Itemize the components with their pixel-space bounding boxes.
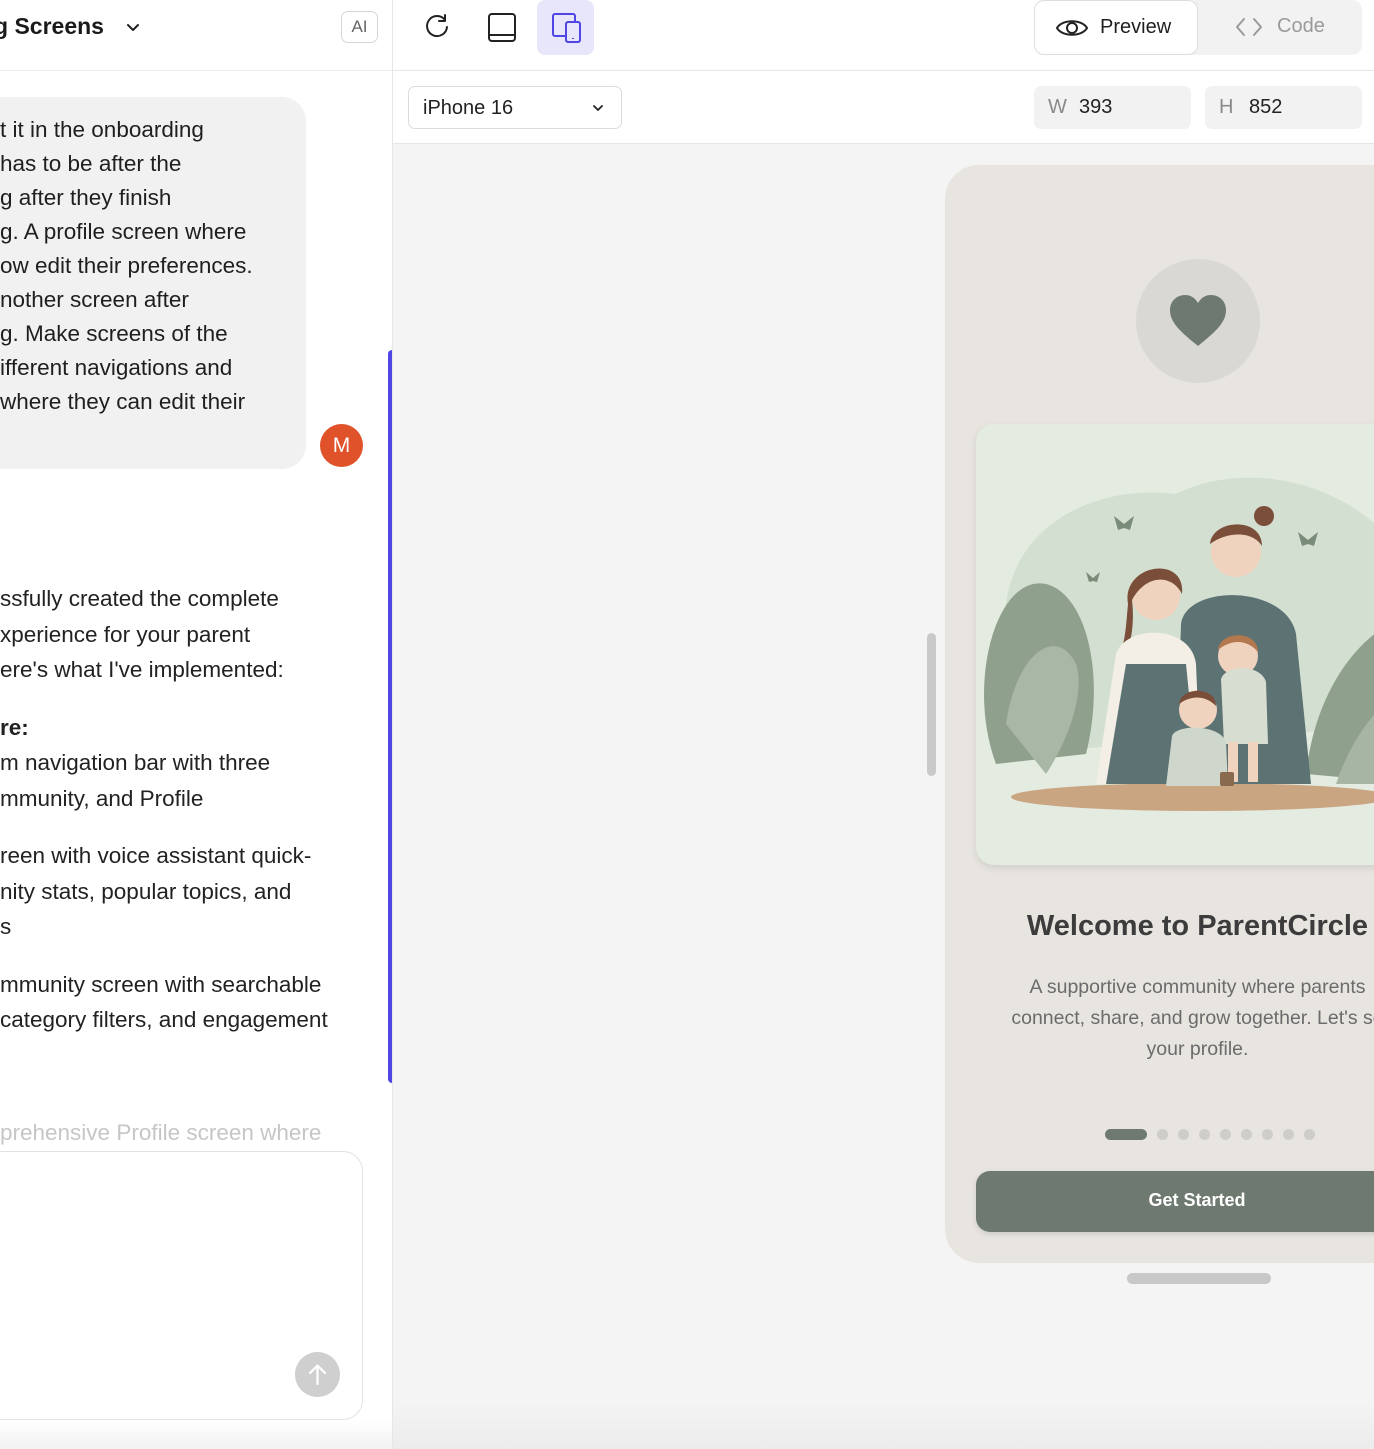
refresh-icon [426, 14, 448, 38]
avatar[interactable]: M [320, 424, 363, 467]
code-icon [1236, 18, 1262, 36]
get-started-button[interactable]: Get Started [976, 1171, 1374, 1232]
page-dot[interactable] [1199, 1129, 1210, 1140]
message-line: ssfully created the complete [0, 586, 279, 611]
chat-panel: g Screens AI t it in the onboarding has … [0, 0, 393, 1449]
message-line: ow edit their preferences. [0, 253, 253, 278]
description-line: your profile. [1146, 1038, 1249, 1060]
message-line: has to be after the [0, 151, 182, 176]
device-select[interactable]: iPhone 16 [408, 86, 622, 129]
tablet-icon [488, 13, 516, 42]
height-field[interactable]: H 852 [1205, 86, 1362, 129]
page-dot-active[interactable] [1105, 1129, 1147, 1140]
bullet-line: mmunity screen with searchable [0, 971, 322, 997]
message-line: ifferent navigations and [0, 355, 233, 380]
resize-handle[interactable] [927, 633, 936, 776]
get-started-label: Get Started [1148, 1190, 1246, 1210]
faded-message-line: prehensive Profile screen where [0, 1120, 322, 1145]
bullet-line: s [0, 914, 12, 939]
phone-frame: Welcome to ParentCircle A supportive com… [945, 165, 1374, 1263]
chevron-down-icon [593, 105, 603, 111]
preview-toolbar: Preview Code [393, 0, 1374, 71]
family-illustration-art [984, 477, 1374, 811]
page-dot[interactable] [1262, 1129, 1273, 1140]
section-heading: re: [0, 714, 29, 740]
page-dot[interactable] [1241, 1129, 1252, 1140]
project-title[interactable]: g Screens [0, 13, 104, 40]
assistant-message: ssfully created the complete xperience f… [0, 581, 380, 1038]
page-dot[interactable] [1157, 1129, 1168, 1140]
devices-icon [552, 13, 581, 43]
message-line: nother screen after [0, 287, 189, 312]
preview-panel: Preview Code iPhone 16 W 393 H 852 Welco… [393, 0, 1374, 1449]
heart-icon [1170, 295, 1226, 346]
height-field-label: H [1219, 96, 1234, 118]
family-illustration [976, 424, 1374, 865]
width-field-label: W [1048, 96, 1067, 118]
page-dot[interactable] [1178, 1129, 1189, 1140]
page-dot[interactable] [1220, 1129, 1231, 1140]
height-field-value: 852 [1249, 96, 1283, 118]
device-bar: iPhone 16 W 393 H 852 [393, 71, 1374, 144]
message-line: g. A profile screen where [0, 219, 247, 244]
eye-icon [1055, 20, 1089, 36]
message-line: g. Make screens of the [0, 321, 228, 346]
message-line: ere's what I've implemented: [0, 657, 284, 682]
app-logo [1136, 259, 1260, 383]
device-select-value: iPhone 16 [423, 97, 514, 119]
responsive-view-button[interactable] [537, 0, 594, 55]
tab-preview[interactable]: Preview [1034, 0, 1198, 55]
bullet-line: m navigation bar with three [0, 750, 271, 775]
refresh-button[interactable] [408, 0, 465, 55]
tab-code[interactable]: Code [1277, 15, 1325, 38]
chevron-down-icon[interactable] [124, 16, 142, 38]
message-line: t it in the onboarding [0, 117, 204, 142]
user-message: t it in the onboarding has to be after t… [0, 97, 306, 469]
message-line: xperience for your parent [0, 621, 251, 647]
chat-header: g Screens AI [0, 0, 392, 71]
onboarding-description: A supportive community where parents con… [945, 972, 1374, 1065]
width-field[interactable]: W 393 [1034, 86, 1191, 129]
description-line: A supportive community where parents [1029, 976, 1366, 998]
width-field-value: 393 [1079, 96, 1113, 118]
page-dot[interactable] [1304, 1129, 1315, 1140]
bullet-line: category filters, and engagement [0, 1007, 328, 1032]
message-line: g after they finish [0, 185, 172, 210]
send-button[interactable] [295, 1352, 340, 1397]
tablet-view-button[interactable] [473, 0, 530, 55]
ai-badge[interactable]: AI [341, 11, 378, 43]
bullet-line: reen with voice assistant quick- [0, 843, 312, 868]
description-line: connect, share, and grow together. Let's… [1011, 1007, 1374, 1029]
bullet-line: nity stats, popular topics, and [0, 878, 292, 904]
arrow-up-icon [308, 1364, 327, 1386]
bullet-line: mmunity, and Profile [0, 785, 204, 811]
onboarding-title: Welcome to ParentCircle [1026, 910, 1369, 942]
chat-history[interactable]: t it in the onboarding has to be after t… [0, 71, 392, 1151]
home-indicator [1127, 1273, 1271, 1284]
tab-preview-label: Preview [1100, 16, 1172, 38]
message-line: where they can edit their [0, 389, 246, 414]
page-dot[interactable] [1283, 1129, 1294, 1140]
